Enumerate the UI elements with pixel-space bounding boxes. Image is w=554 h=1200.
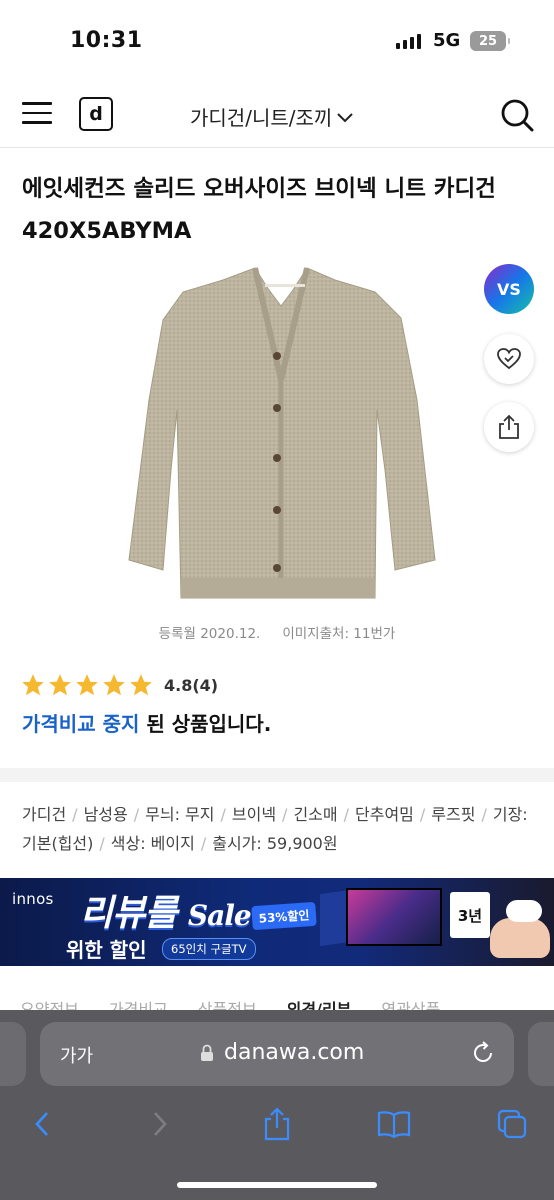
- menu-icon[interactable]: [22, 102, 52, 124]
- status-highlight: 가격비교 중지: [22, 712, 140, 736]
- star-icon: [22, 674, 44, 696]
- star-icon: [103, 674, 125, 696]
- book-icon: [377, 1111, 411, 1138]
- battery-icon: 25: [470, 31, 510, 51]
- tabs-button[interactable]: [492, 1104, 532, 1144]
- category-dropdown[interactable]: 가디건/니트/조끼: [190, 102, 354, 131]
- lock-icon: [201, 1044, 213, 1061]
- warranty-badge: 3년: [450, 892, 490, 938]
- product-image[interactable]: [105, 260, 455, 610]
- banner-headline: 리뷰를 Sale: [80, 884, 252, 936]
- speech-bubble-graphic: [506, 900, 542, 922]
- chevron-left-icon: [35, 1112, 48, 1136]
- star-icon: [49, 674, 71, 696]
- star-icon: [130, 674, 152, 696]
- previous-tab-peek[interactable]: [0, 1022, 26, 1086]
- image-source: 이미지출처: 11번가: [282, 626, 396, 642]
- chevron-down-icon: [337, 112, 353, 122]
- browser-nav-bar: [0, 1104, 554, 1144]
- star-rating: [20, 672, 154, 698]
- search-icon[interactable]: [498, 96, 536, 134]
- forward-button[interactable]: [140, 1104, 180, 1144]
- danawa-logo[interactable]: d: [79, 97, 113, 131]
- spec-item: 가디건: [22, 805, 67, 824]
- rating-score: 4.8: [164, 675, 193, 695]
- next-tab-peek[interactable]: [528, 1022, 554, 1086]
- home-indicator: [177, 1182, 377, 1188]
- tabs-icon: [497, 1109, 527, 1139]
- spec-item: 무늬: 무지: [145, 805, 215, 824]
- site-header: d 가디건/니트/조끼: [0, 80, 554, 148]
- image-meta: 등록월 2020.12. 이미지출처: 11번가: [0, 622, 554, 642]
- share-page-button[interactable]: [257, 1104, 297, 1144]
- address-bar[interactable]: 가가 danawa.com: [40, 1022, 514, 1086]
- tv-graphic: [346, 888, 442, 946]
- star-icon: [76, 674, 98, 696]
- status-text: 된 상품입니다.: [139, 712, 272, 736]
- battery-level: 25: [478, 33, 498, 49]
- reload-icon[interactable]: [470, 1040, 496, 1066]
- banner-headline-text: 리뷰를: [80, 893, 177, 934]
- banner-headline-script: Sale: [187, 899, 252, 932]
- spec-item: 남성용: [83, 805, 128, 824]
- status-time: 10:31: [70, 28, 143, 53]
- spec-item: 긴소매: [293, 805, 338, 824]
- banner-subtitle: 위한 할인: [66, 938, 147, 962]
- banner-brand: innos: [12, 890, 54, 908]
- section-divider: [0, 768, 554, 782]
- banner-discount: 53%할인: [251, 901, 317, 931]
- signal-icon: [396, 33, 421, 49]
- spec-item: 루즈핏: [431, 805, 476, 824]
- browser-toolbar: 가가 danawa.com: [0, 1010, 554, 1200]
- network-label: 5G: [433, 30, 461, 51]
- compare-vs-button[interactable]: VS: [484, 264, 534, 314]
- vs-label: VS: [497, 279, 521, 299]
- banner-product: 65인치 구글TV: [162, 938, 256, 960]
- category-label: 가디건/니트/조끼: [190, 106, 333, 130]
- rating-row[interactable]: 4.8 (4): [20, 672, 218, 698]
- hand-graphic: [490, 918, 550, 958]
- favorite-button[interactable]: [484, 334, 534, 384]
- status-bar: 10:31 5G 25: [0, 0, 554, 80]
- product-title: 에잇세컨즈 솔리드 오버사이즈 브이넥 니트 카디건 420X5ABYMA: [22, 176, 496, 244]
- ad-banner[interactable]: innos 리뷰를 Sale 위한 할인 65인치 구글TV 53%할인 3년: [0, 878, 554, 966]
- registered-date: 등록월 2020.12.: [158, 626, 261, 642]
- spec-item: 단추여밈: [355, 805, 414, 824]
- share-icon: [499, 414, 519, 439]
- bookmarks-button[interactable]: [374, 1104, 414, 1144]
- spec-item: 출시가: 59,900원: [212, 834, 338, 853]
- spec-list: 가디건 / 남성용 / 무늬: 무지 / 브이넥 / 긴소매 / 단추여밈 / 루즈핏 / 기장: 기본(힙…: [22, 805, 528, 853]
- spec-item: 색상: 베이지: [110, 834, 195, 853]
- logo-letter: d: [89, 103, 103, 125]
- text-size-button[interactable]: 가가: [60, 1042, 93, 1068]
- share-button[interactable]: [484, 402, 534, 452]
- url-text[interactable]: danawa.com: [224, 1040, 364, 1065]
- share-icon: [264, 1107, 290, 1141]
- heart-check-icon: [497, 348, 521, 370]
- price-compare-status: 가격비교 중지 된 상품입니다.: [22, 708, 271, 737]
- back-button[interactable]: [22, 1104, 62, 1144]
- review-count[interactable]: (4): [192, 676, 218, 695]
- chevron-right-icon: [154, 1112, 167, 1136]
- spec-item: 브이넥: [231, 805, 277, 824]
